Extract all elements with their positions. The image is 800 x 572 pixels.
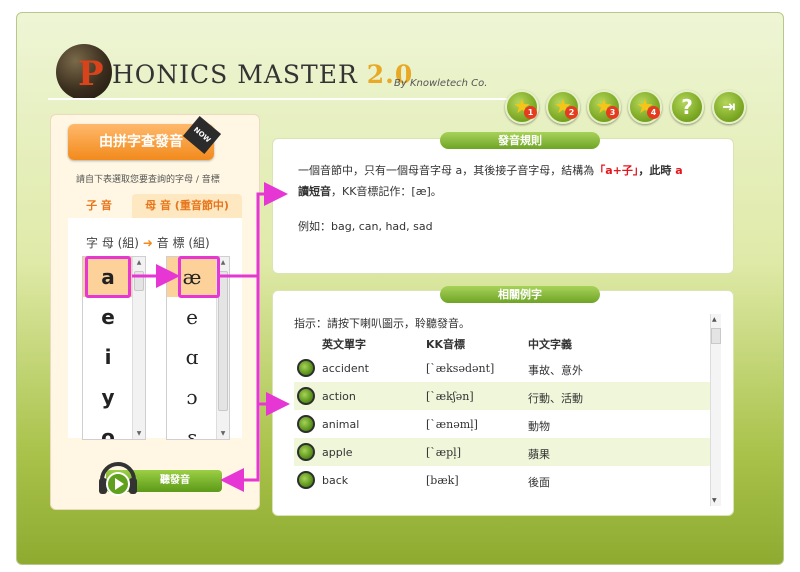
examples-table-header: 英文單字 KK音標 中文字義	[294, 332, 710, 354]
question-icon: ?	[681, 95, 693, 119]
meaning-cell: 行動、活動	[528, 392, 583, 405]
headphones-icon[interactable]	[96, 458, 140, 498]
level-4-button[interactable]: ★ 4	[628, 90, 662, 124]
kk-cell: [`æpl̩]	[426, 446, 461, 459]
table-row: action [`ækʃən] 行動、活動	[294, 382, 710, 410]
rule-pattern: 「a+子」	[594, 164, 639, 177]
phonetic-header-label: 音 標 (組)	[156, 236, 210, 250]
meaning-cell: 動物	[528, 420, 550, 433]
selected-phonetic-highlight	[178, 256, 220, 298]
level-3-button[interactable]: ★ 3	[587, 90, 621, 124]
list-item[interactable]: o	[83, 417, 133, 439]
kk-cell: [bæk]	[426, 474, 459, 487]
scroll-down-icon[interactable]: ▼	[712, 497, 717, 504]
meaning-cell: 蘋果	[528, 448, 550, 461]
level-1-button[interactable]: ★ 1	[505, 90, 539, 124]
list-item[interactable]: ɔ	[167, 377, 217, 417]
header-divider	[48, 98, 508, 100]
meaning-cell: 事故、意外	[528, 364, 583, 377]
help-button[interactable]: ?	[670, 90, 704, 124]
column-header-word: 英文單字	[322, 338, 366, 351]
word-cell: apple	[322, 446, 353, 459]
selector-instruction: 請自下表選取您要查詢的字母 / 音標	[76, 175, 220, 185]
rule-short-sound: 讀短音	[298, 185, 331, 198]
scroll-thumb[interactable]	[134, 271, 144, 291]
letters-scrollbar[interactable]: ▲ ▼	[132, 257, 145, 439]
list-item[interactable]: ɛ	[167, 417, 217, 439]
exit-button[interactable]: ⇥	[712, 90, 746, 124]
examples-instruction: 指示：請按下喇叭圖示，聆聽發音。	[294, 317, 470, 330]
selected-letter-highlight	[85, 256, 131, 298]
list-item[interactable]: e	[83, 297, 133, 337]
speaker-icon[interactable]	[297, 359, 315, 377]
company-byline: By Knowletech Co.	[394, 78, 488, 89]
list-item[interactable]: ɑ	[167, 337, 217, 377]
column-header-meaning: 中文字義	[528, 338, 572, 351]
level-number: 3	[606, 106, 619, 119]
speaker-icon[interactable]	[297, 443, 315, 461]
letters-header-label: 字 母 (組)	[86, 236, 139, 250]
rule-description: 一個音節中，只有一個母音字母 a，其後接子音字母，結構為「a+子」，此時 a 讀短…	[298, 160, 718, 202]
logo-title-text: HONICS MASTER	[112, 60, 358, 89]
rule-example: 例如：bag, can, had, sad	[298, 220, 433, 233]
table-row: animal [`ænəml̩] 動物	[294, 410, 710, 438]
logo-title: HONICS MASTER 2.0	[112, 60, 413, 89]
scroll-down-icon[interactable]: ▼	[135, 430, 143, 437]
column-header-kk: KK音標	[426, 338, 466, 351]
meaning-cell: 後面	[528, 476, 550, 489]
scroll-up-icon[interactable]: ▲	[135, 259, 143, 266]
word-cell: accident	[322, 362, 369, 375]
kk-cell: [`ænəml̩]	[426, 418, 478, 431]
arrow-right-icon: ➜	[142, 236, 153, 250]
rule-text-1: 一個音節中，只有一個母音字母 a，其後接子音字母，結構為	[298, 164, 595, 177]
word-cell: action	[322, 390, 356, 403]
rule-text-2: ，此時	[638, 164, 672, 177]
speaker-icon[interactable]	[297, 415, 315, 433]
list-item[interactable]: y	[83, 377, 133, 417]
rule-letter: a	[671, 164, 683, 177]
level-2-button[interactable]: ★ 2	[546, 90, 580, 124]
kk-cell: [`æksədənt]	[426, 362, 495, 375]
kk-cell: [`ækʃən]	[426, 390, 474, 403]
rule-panel-title: 發音規則	[440, 132, 600, 149]
letters-column-header: 字 母 (組) ➜ 音 標 (組)	[86, 234, 210, 251]
level-number: 1	[524, 106, 537, 119]
scroll-thumb[interactable]	[711, 328, 721, 344]
tab-vowels-stressed[interactable]: 母 音 (重音節中)	[132, 194, 242, 218]
scroll-up-icon[interactable]: ▲	[712, 316, 717, 323]
scroll-up-icon[interactable]: ▲	[219, 259, 227, 266]
list-item[interactable]: i	[83, 337, 133, 377]
logo-initial: P	[78, 54, 104, 94]
exit-door-icon: ⇥	[722, 97, 736, 116]
level-number: 2	[565, 106, 578, 119]
list-item[interactable]: e	[167, 297, 217, 337]
word-cell: animal	[322, 418, 360, 431]
table-row: accident [`æksədənt] 事故、意外	[294, 354, 710, 382]
speaker-icon[interactable]	[297, 471, 315, 489]
table-row: apple [`æpl̩] 蘋果	[294, 438, 710, 466]
examples-scrollbar[interactable]: ▲ ▼	[710, 314, 721, 506]
table-row: back [bæk] 後面	[294, 466, 710, 494]
tab-consonants[interactable]: 子 音	[68, 194, 130, 218]
examples-panel-title: 相關例字	[440, 286, 600, 303]
word-cell: back	[322, 474, 349, 487]
scroll-down-icon[interactable]: ▼	[219, 430, 227, 437]
rule-panel	[272, 138, 734, 274]
rule-text-3: ，KK音標記作：[æ]。	[331, 185, 442, 198]
speaker-icon[interactable]	[297, 387, 315, 405]
level-number: 4	[647, 106, 660, 119]
